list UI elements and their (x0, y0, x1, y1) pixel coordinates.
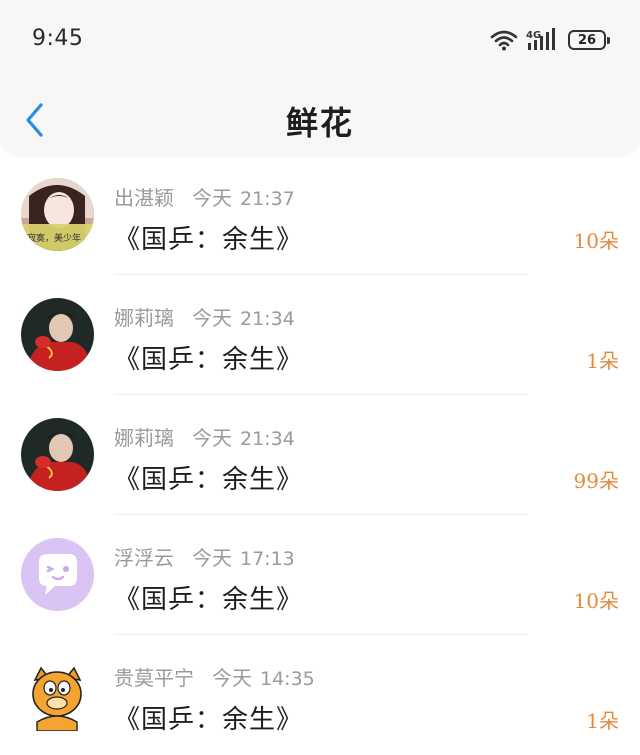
sender-meta: 出湛颖 今天 21:37 (114, 182, 295, 211)
flower-gift-list: 寂寞，美少年 出湛颖 今天 21:37 《国乒：余生》 10朵 娜莉璃 今天 21:34… (0, 155, 640, 755)
status-time: 9:45 (32, 26, 84, 51)
sender-name: 贵莫平宁 (114, 666, 194, 690)
network-type-label: 4G (526, 30, 541, 41)
garfield-avatar-icon[interactable] (21, 658, 94, 731)
list-item[interactable]: 贵莫平宁 今天 14:35 《国乒：余生》 1朵 (0, 635, 640, 755)
sender-name: 出湛颖 (114, 186, 174, 210)
work-title: 《国乒：余生》 (114, 465, 304, 495)
chat-bubble-avatar-icon[interactable] (21, 538, 94, 611)
page-title: 鲜花 (285, 104, 354, 142)
sender-meta: 娜莉璃 今天 21:34 (114, 302, 295, 331)
gift-date: 今天 (212, 666, 252, 690)
battery-icon: 26 (568, 30, 610, 50)
gift-date: 今天 (192, 546, 232, 570)
sender-name: 浮浮云 (114, 546, 174, 570)
sender-name: 娜莉璃 (114, 306, 174, 330)
list-item[interactable]: 娜莉璃 今天 21:34 《国乒：余生》 99朵 (0, 395, 640, 515)
boy-red-avatar-icon[interactable] (21, 418, 94, 491)
sender-name: 娜莉璃 (114, 426, 174, 450)
flower-count: 1朵 (586, 709, 619, 733)
app-header: 9:45 4G 26 鲜花 (0, 0, 640, 155)
gift-date: 今天 (192, 426, 232, 450)
work-title: 《国乒：余生》 (114, 585, 304, 615)
avatar-caption: 寂寞，美少年 (27, 232, 81, 244)
work-title: 《国乒：余生》 (114, 225, 304, 255)
gift-date: 今天 (192, 306, 232, 330)
work-title: 《国乒：余生》 (114, 705, 304, 735)
flower-count: 99朵 (573, 469, 619, 493)
sender-meta: 娜莉璃 今天 21:34 (114, 422, 295, 451)
list-item[interactable]: 娜莉璃 今天 21:34 《国乒：余生》 1朵 (0, 275, 640, 395)
sender-meta: 浮浮云 今天 17:13 (114, 542, 295, 571)
status-icons: 4G 26 (490, 26, 610, 54)
girl-avatar-icon[interactable]: 寂寞，美少年 (21, 178, 94, 251)
sender-meta: 贵莫平宁 今天 14:35 (114, 662, 315, 691)
flower-count: 10朵 (573, 229, 619, 253)
gift-time: 21:37 (240, 188, 295, 210)
work-title: 《国乒：余生》 (114, 345, 304, 375)
list-item[interactable]: 浮浮云 今天 17:13 《国乒：余生》 10朵 (0, 515, 640, 635)
gift-time: 21:34 (240, 428, 295, 450)
wifi-icon (490, 30, 518, 51)
gift-time: 17:13 (240, 548, 295, 570)
list-item[interactable]: 寂寞，美少年 出湛颖 今天 21:37 《国乒：余生》 10朵 (0, 155, 640, 275)
flower-count: 10朵 (573, 589, 619, 613)
flower-count: 1朵 (586, 349, 619, 373)
gift-time: 14:35 (260, 668, 315, 690)
gift-date: 今天 (192, 186, 232, 210)
gift-time: 21:34 (240, 308, 295, 330)
cellular-signal-icon: 4G (526, 28, 555, 50)
battery-level: 26 (577, 32, 597, 48)
boy-red-avatar-icon[interactable] (21, 298, 94, 371)
